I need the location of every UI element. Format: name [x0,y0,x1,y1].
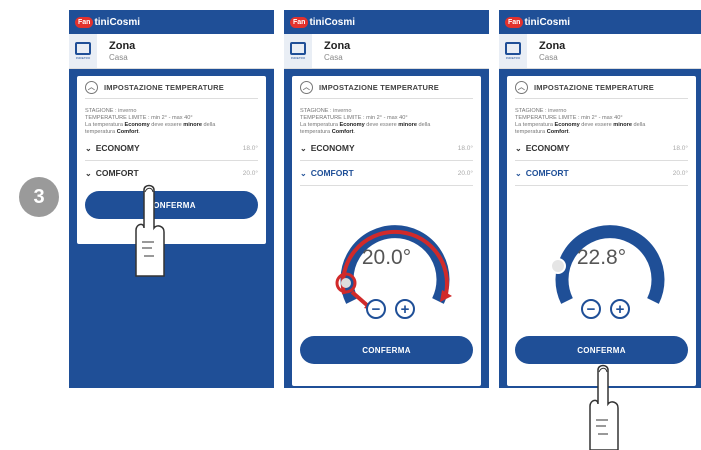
dial-temperature-value: 20.0° [361,246,412,269]
collapse-chevron-icon: ︿ [515,80,528,94]
season-info: STAGIONE : inverno TEMPERATURE LIMITE : … [300,108,431,135]
dial-temperature-value: 22.8° [576,246,627,269]
app-header: Fan tiniCosmi [69,10,274,34]
chevron-down-icon: ⌄ [300,144,307,153]
confirm-button[interactable]: CONFERMA [300,336,473,364]
chevron-down-icon: ⌄ [85,144,92,153]
economy-row[interactable]: ⌄ ECONOMY 18.0° [300,136,473,161]
comfort-row[interactable]: ⌄ COMFORT 20.0° [300,161,473,186]
economy-row[interactable]: ⌄ ECONOMY 18.0° [515,136,688,161]
chevron-down-icon: ⌄ [515,144,522,153]
temperature-settings-panel: ︿ IMPOSTAZIONE TEMPERATURE STAGIONE : in… [292,76,481,386]
collapse-chevron-icon: ︿ [85,80,98,94]
panel-header[interactable]: ︿ IMPOSTAZIONE TEMPERATURE [515,76,688,99]
temperature-dial[interactable]: 20.0° − + [300,186,473,336]
economy-row[interactable]: ⌄ ECONOMY 18.0° [85,136,258,161]
panel-header[interactable]: ︿ IMPOSTAZIONE TEMPERATURE [85,76,258,99]
increase-button[interactable]: + [610,299,630,319]
back-button[interactable]: INDIETRO [69,34,97,68]
zone-title: Zona [109,40,136,52]
brand-logo: Fan tiniCosmi [505,16,570,28]
temperature-settings-panel: ︿ IMPOSTAZIONE TEMPERATURE STAGIONE : in… [507,76,696,386]
zone-title: Zona [324,40,351,52]
phone-screen-3: Fan tiniCosmi INDIETRO Zona Casa ︿ IMPOST… [499,10,701,388]
zone-subtitle: Casa [109,53,128,62]
comfort-row[interactable]: ⌄ COMFORT 20.0° [515,161,688,186]
temperature-dial[interactable]: 22.8° − + [515,186,688,336]
brand-logo: Fan tiniCosmi [75,16,140,28]
zone-bar: INDIETRO Zona Casa [284,34,489,69]
decrease-button[interactable]: − [581,299,601,319]
back-arrow-icon [75,42,91,55]
zone-subtitle: Casa [539,53,558,62]
decrease-button[interactable]: − [366,299,386,319]
collapse-chevron-icon: ︿ [300,80,313,94]
brand-logo: Fan tiniCosmi [290,16,355,28]
back-arrow-icon [290,42,306,55]
zone-subtitle: Casa [324,53,343,62]
back-button[interactable]: INDIETRO [284,34,312,68]
chevron-down-icon: ⌄ [85,169,92,178]
season-info: STAGIONE : inverno TEMPERATURE LIMITE : … [85,108,216,135]
season-info: STAGIONE : inverno TEMPERATURE LIMITE : … [515,108,646,135]
back-arrow-icon [505,42,521,55]
hand-pointer-icon [135,184,165,277]
back-button[interactable]: INDIETRO [499,34,527,68]
chevron-down-icon: ⌄ [300,169,307,178]
app-header: Fan tiniCosmi [499,10,701,34]
panel-header[interactable]: ︿ IMPOSTAZIONE TEMPERATURE [300,76,473,99]
hand-pointer-icon [589,364,619,450]
phone-screen-1: Fan tiniCosmi INDIETRO Zona Casa ︿ IMPOST… [69,10,274,388]
zone-title: Zona [539,40,566,52]
phone-screen-2: Fan tiniCosmi INDIETRO Zona Casa ︿ IMPOST… [284,10,489,388]
zone-bar: INDIETRO Zona Casa [69,34,274,69]
step-number-badge: 3 [19,177,59,217]
app-header: Fan tiniCosmi [284,10,489,34]
increase-button[interactable]: + [395,299,415,319]
zone-bar: INDIETRO Zona Casa [499,34,701,69]
chevron-down-icon: ⌄ [515,169,522,178]
